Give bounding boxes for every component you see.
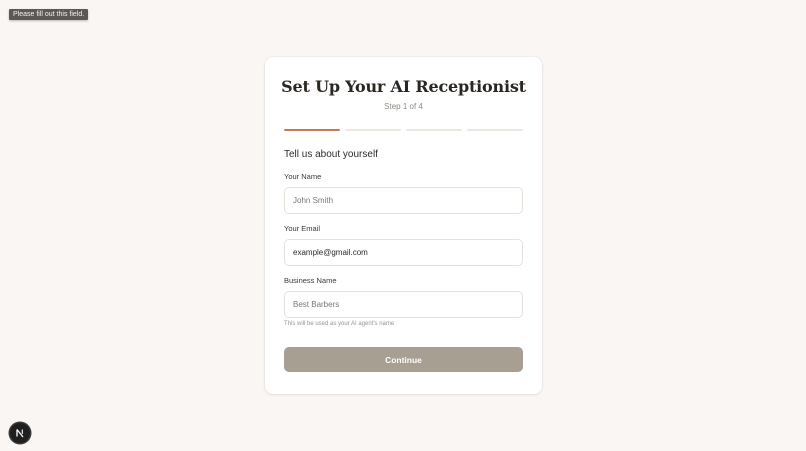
page: Please fill out this field. Set Up Your … xyxy=(0,0,806,451)
page-title: Set Up Your AI Receptionist xyxy=(281,77,526,96)
email-label: Your Email xyxy=(284,224,320,233)
progress-segment-1 xyxy=(284,129,340,131)
step-indicator: Step 1 of 4 xyxy=(384,102,423,111)
name-field[interactable] xyxy=(284,187,523,214)
business-name-field[interactable] xyxy=(284,291,523,318)
nextjs-logo-icon[interactable] xyxy=(10,423,30,443)
section-title: Tell us about yourself xyxy=(284,149,378,160)
onboarding-card: Set Up Your AI Receptionist Step 1 of 4 … xyxy=(265,57,542,394)
progress-segment-2 xyxy=(345,129,401,131)
progress-segment-4 xyxy=(467,129,523,131)
business-name-hint: This will be used as your AI agent's nam… xyxy=(284,321,395,327)
nextjs-n-glyph xyxy=(16,429,24,438)
validation-tooltip: Please fill out this field. xyxy=(9,9,89,20)
progress-segment-3 xyxy=(406,129,462,131)
progress-bar xyxy=(284,129,523,131)
business-name-label: Business Name xyxy=(284,276,337,285)
name-label: Your Name xyxy=(284,172,322,181)
email-field[interactable] xyxy=(284,239,523,266)
continue-button[interactable]: Continue xyxy=(284,347,523,372)
